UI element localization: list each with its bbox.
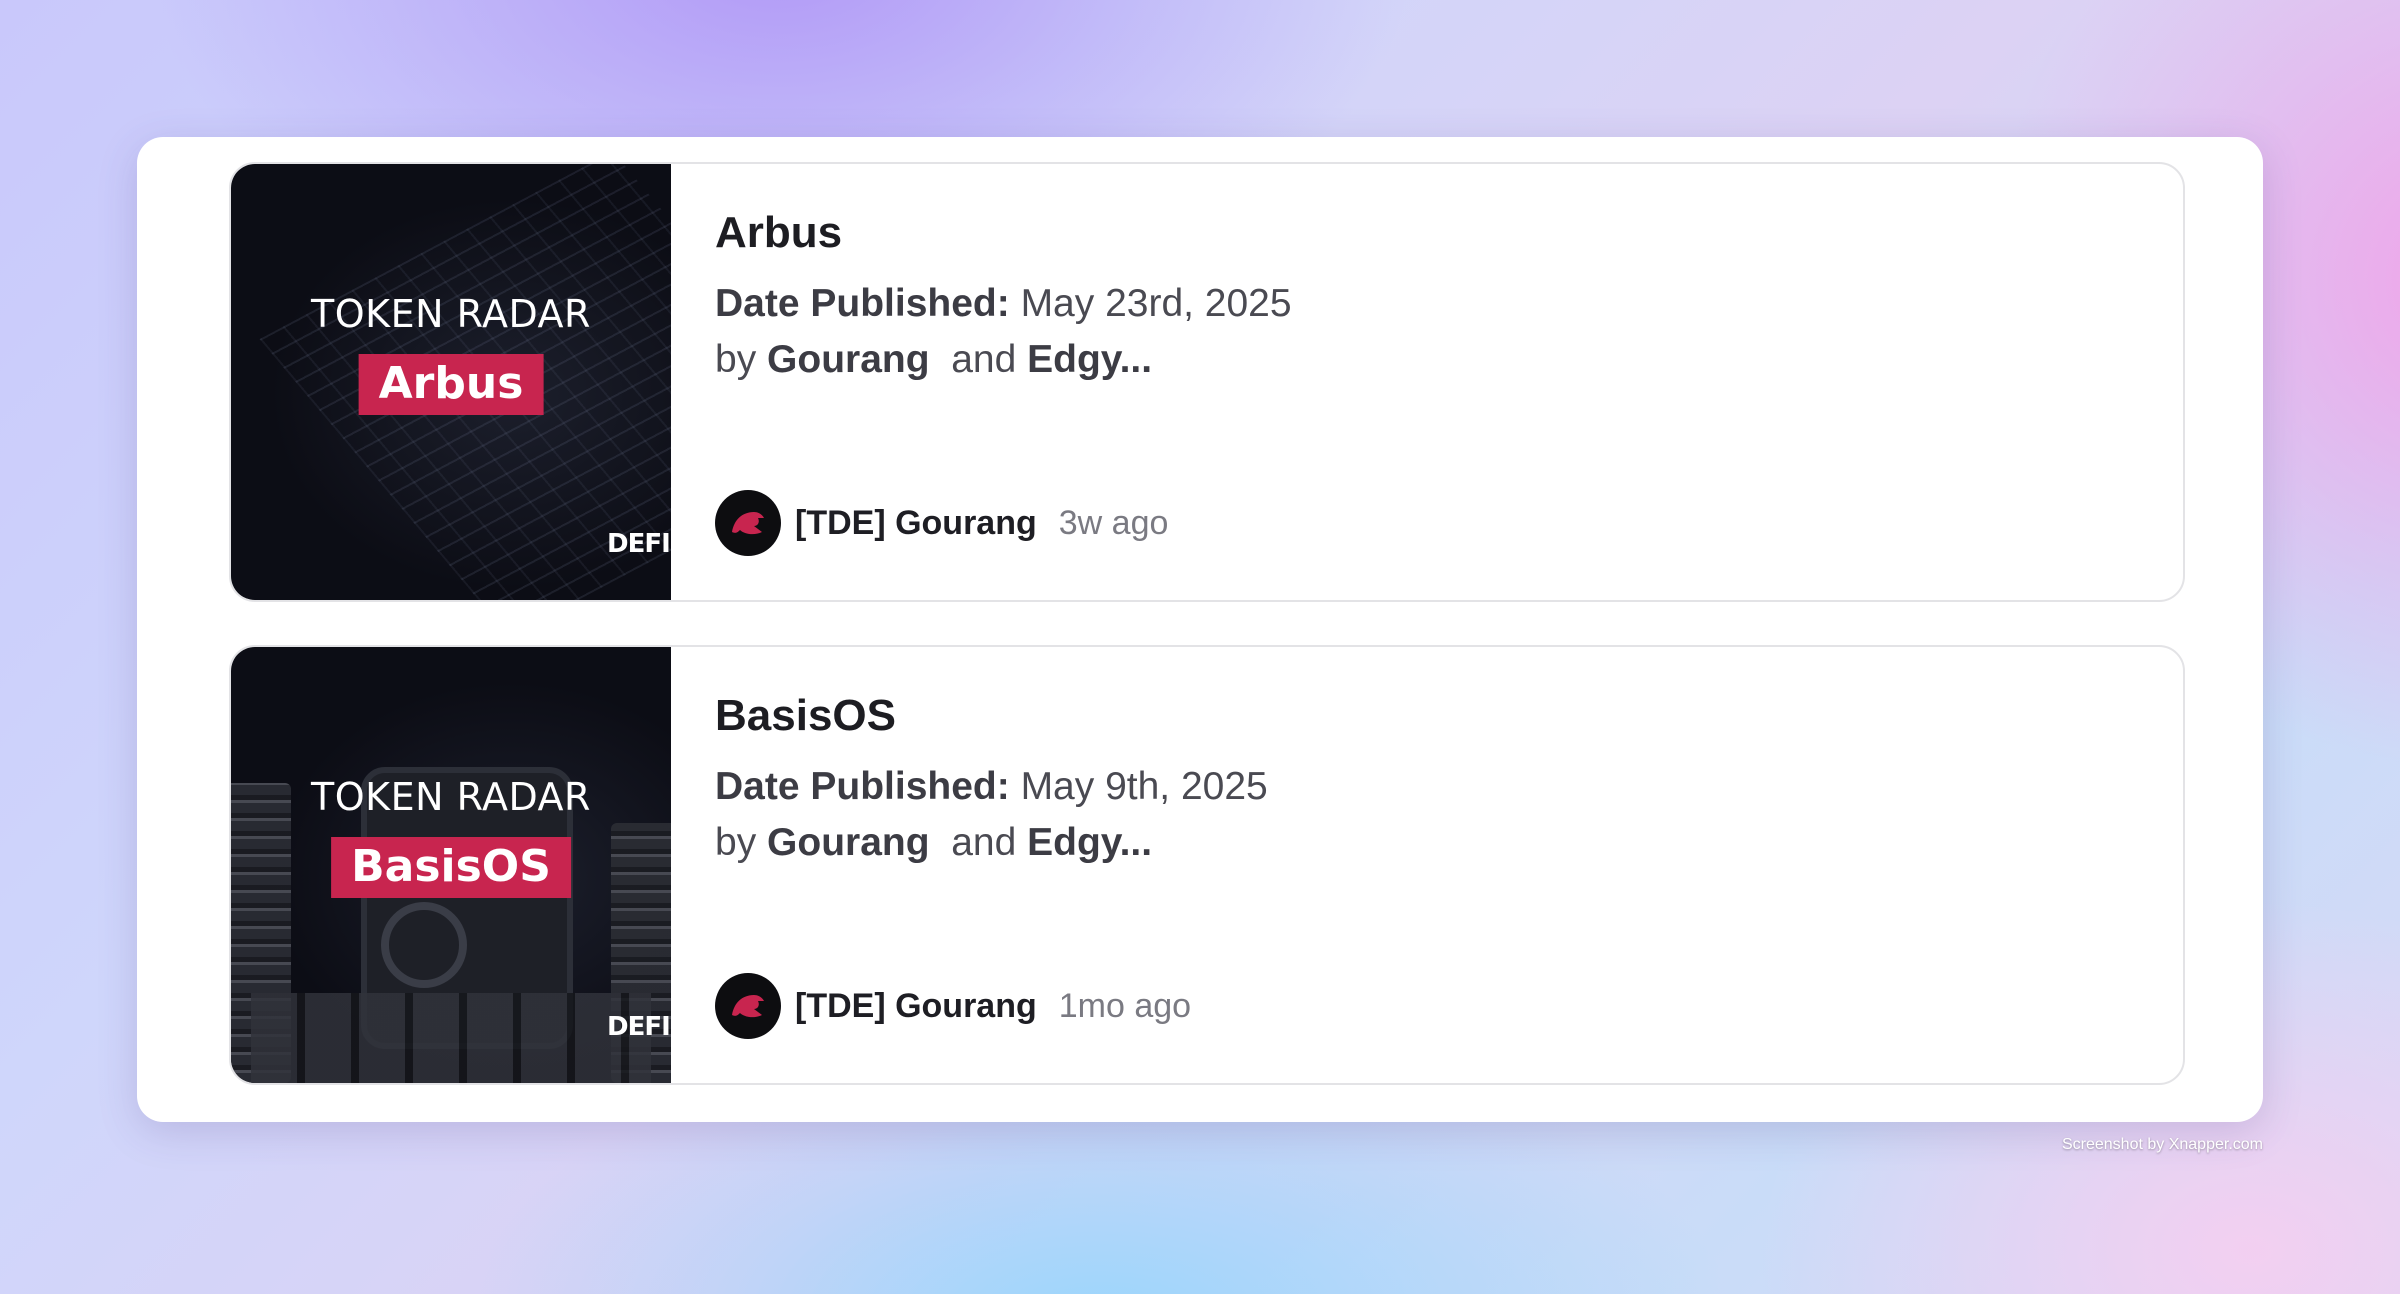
article-title[interactable]: Arbus — [715, 208, 842, 258]
date-label: Date Published: — [715, 765, 1010, 808]
poster-name[interactable]: [TDE] Gourang — [795, 504, 1037, 543]
thumbnail-badge: BasisOS — [331, 837, 571, 898]
poster-row: [TDE] Gourang 1mo ago — [715, 973, 1191, 1039]
defi-logo: DEFI — [607, 1012, 671, 1042]
defi-logo-text: DEFI — [607, 529, 671, 559]
dragon-logo-icon[interactable] — [715, 973, 781, 1039]
byline-prefix: by — [715, 821, 757, 864]
byline-author-1: Gourang — [767, 821, 930, 864]
byline-and: and — [951, 338, 1017, 381]
poster-name[interactable]: [TDE] Gourang — [795, 987, 1037, 1026]
article-thumbnail[interactable]: TOKEN RADAR BasisOS DEFI — [231, 647, 671, 1083]
screenshot-watermark: Screenshot by Xnapper.com — [2061, 1136, 2263, 1153]
byline-and: and — [951, 821, 1017, 864]
byline-author-1: Gourang — [767, 338, 930, 381]
byline-author-2: Edgy... — [1027, 338, 1153, 381]
article-card-arbus[interactable]: TOKEN RADAR Arbus DEFI Arbus Date Publis… — [229, 162, 2185, 602]
defi-logo: DEFI — [607, 529, 671, 559]
date-published: Date Published: May 9th, 2025 — [715, 765, 1268, 809]
article-list-panel: TOKEN RADAR Arbus DEFI Arbus Date Publis… — [137, 137, 2263, 1122]
date-value: May 23rd, 2025 — [1020, 282, 1292, 325]
thumbnail-coins-bottom — [251, 993, 651, 1083]
date-value: May 9th, 2025 — [1020, 765, 1268, 808]
defi-logo-text: DEFI — [607, 1012, 671, 1042]
article-content: BasisOS Date Published: May 9th, 2025 by… — [715, 647, 2183, 1083]
dragon-logo-icon[interactable] — [715, 490, 781, 556]
date-label: Date Published: — [715, 282, 1010, 325]
article-card-basisos[interactable]: TOKEN RADAR BasisOS DEFI BasisOS Date Pu… — [229, 645, 2185, 1085]
article-content: Arbus Date Published: May 23rd, 2025 by … — [715, 164, 2183, 600]
post-time: 3w ago — [1058, 503, 1169, 542]
byline: by Gourang and Edgy... — [715, 338, 1152, 382]
post-time: 1mo ago — [1058, 986, 1192, 1025]
byline: by Gourang and Edgy... — [715, 821, 1152, 865]
thumbnail-title: TOKEN RADAR — [311, 292, 591, 336]
thumbnail-badge: Arbus — [358, 354, 544, 415]
article-thumbnail[interactable]: TOKEN RADAR Arbus DEFI — [231, 164, 671, 600]
poster-row: [TDE] Gourang 3w ago — [715, 490, 1168, 556]
article-title[interactable]: BasisOS — [715, 691, 896, 741]
thumbnail-dial-art — [381, 902, 467, 988]
byline-author-2: Edgy... — [1027, 821, 1153, 864]
thumbnail-title: TOKEN RADAR — [311, 775, 591, 819]
date-published: Date Published: May 23rd, 2025 — [715, 282, 1292, 326]
byline-prefix: by — [715, 338, 757, 381]
